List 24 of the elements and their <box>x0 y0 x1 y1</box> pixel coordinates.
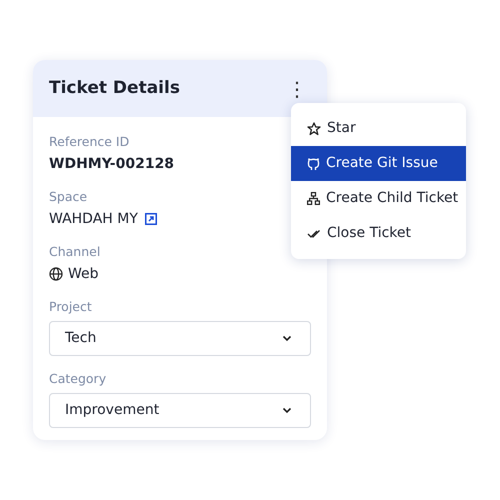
field-label: Space <box>49 188 88 206</box>
field-value: WDHMY-002128 <box>49 155 176 174</box>
select-field[interactable]: Improvement <box>49 393 311 428</box>
external-link-icon[interactable] <box>144 213 157 225</box>
double-check-icon <box>307 228 321 238</box>
field-label: Reference ID <box>49 133 130 151</box>
field-label: Channel <box>49 243 102 261</box>
field-label: Category <box>49 370 108 388</box>
menu-item[interactable]: Close Ticket <box>291 216 466 251</box>
select-field[interactable]: Tech <box>49 321 311 356</box>
field-value: WAHDAH MY <box>49 210 138 229</box>
chevron-down-icon <box>282 407 292 414</box>
menu-item[interactable]: Star <box>291 111 466 146</box>
menu-item[interactable]: Create Git Issue <box>291 146 466 181</box>
field-value: Web <box>68 265 99 284</box>
more-button[interactable]: ⋮ <box>283 78 311 98</box>
menu-item[interactable]: Create Child Ticket <box>291 181 466 216</box>
star-icon <box>307 122 321 136</box>
chevron-down-icon <box>282 335 292 342</box>
github-icon <box>307 156 320 170</box>
globe-icon <box>49 267 63 281</box>
card-title: Ticket Details <box>49 76 180 100</box>
field-label: Project <box>49 298 93 316</box>
hierarchy-icon <box>307 192 320 205</box>
